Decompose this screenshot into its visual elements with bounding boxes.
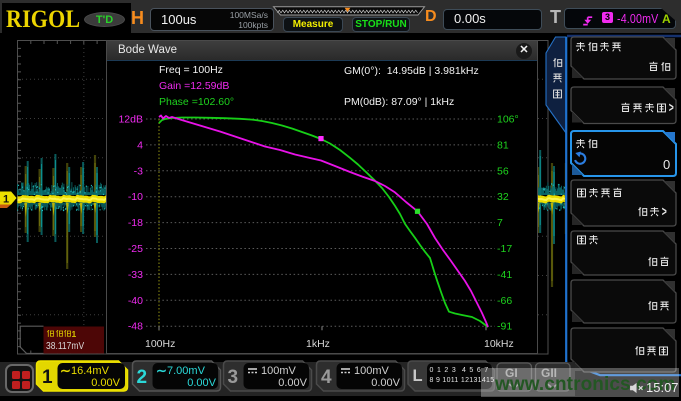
svg-text:1: 1 [3, 194, 9, 206]
